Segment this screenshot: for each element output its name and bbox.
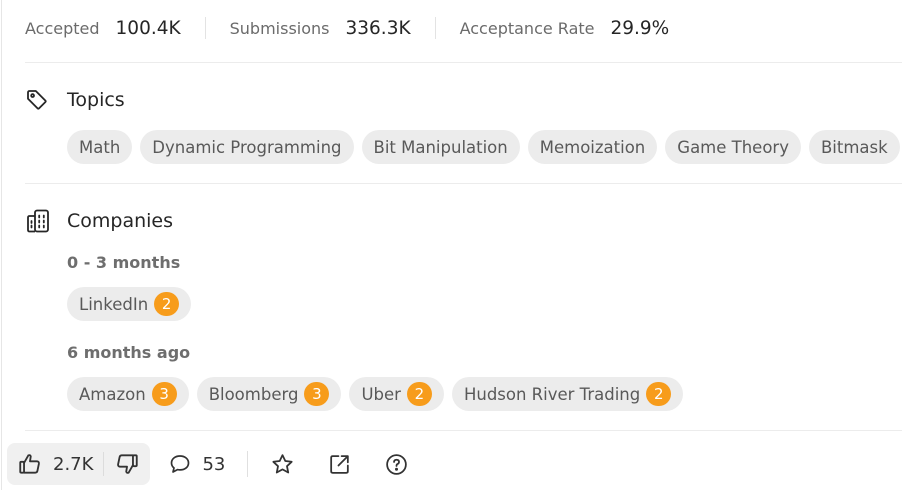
frequency-badge: 3 [151, 382, 177, 406]
action-divider [247, 451, 249, 477]
frequency-badge: 2 [406, 382, 432, 406]
divider [25, 430, 902, 431]
topic-tag[interactable]: Bitmask [808, 130, 900, 164]
thumbs-up-icon [17, 451, 43, 477]
vote-group: 2.7K [7, 443, 151, 485]
dislike-button[interactable] [104, 443, 150, 485]
panel-left-border [1, 0, 2, 490]
stats-row: Accepted 100.4K Submissions 336.3K Accep… [25, 14, 669, 42]
stat-accepted: Accepted 100.4K [25, 18, 181, 39]
comment-icon [168, 452, 192, 476]
stat-label: Submissions [229, 18, 330, 38]
frequency-badge: 2 [646, 382, 672, 406]
topic-tag[interactable]: Memoization [527, 130, 658, 164]
like-count: 2.7K [53, 453, 94, 475]
stat-value: 29.9% [610, 17, 670, 39]
company-tag-bloomberg[interactable]: Bloomberg 3 [196, 377, 342, 411]
comment-count: 53 [202, 453, 226, 475]
action-bar: 2.7K 53 [7, 443, 419, 485]
divider [25, 183, 902, 184]
question-circle-icon [384, 452, 409, 477]
thumbs-down-icon [114, 451, 140, 477]
company-tags-recent: LinkedIn 2 [67, 287, 192, 321]
company-name: LinkedIn [79, 294, 149, 314]
company-tag-linkedin[interactable]: LinkedIn 2 [67, 287, 192, 321]
period-label: 0 - 3 months [67, 253, 181, 272]
period-label: 6 months ago [67, 343, 191, 362]
company-name: Amazon [79, 384, 146, 404]
tag-icon [25, 86, 53, 114]
company-name: Bloomberg [208, 384, 299, 404]
external-link-icon [327, 452, 352, 477]
company-name: Uber [361, 384, 401, 404]
help-button[interactable] [374, 443, 419, 485]
stat-divider [204, 17, 206, 39]
stat-value: 100.4K [115, 17, 181, 39]
favorite-button[interactable] [260, 443, 305, 485]
topic-tag[interactable]: Game Theory [665, 130, 801, 164]
topic-tag[interactable]: Dynamic Programming [140, 130, 354, 164]
comments-button[interactable]: 53 [158, 443, 235, 485]
topics-title: Topics [67, 89, 125, 111]
divider [25, 62, 902, 63]
companies-header[interactable]: Companies [25, 207, 173, 235]
company-tag-uber[interactable]: Uber 2 [349, 377, 444, 411]
topic-tags: Math Dynamic Programming Bit Manipulatio… [67, 130, 900, 164]
stat-submissions: Submissions 336.3K [230, 18, 411, 39]
stat-acceptance-rate: Acceptance Rate 29.9% [460, 18, 670, 39]
star-icon [270, 452, 295, 477]
stat-label: Accepted [25, 18, 100, 38]
company-tags-older: Amazon 3 Bloomberg 3 Uber 2 Hudson River… [67, 377, 684, 411]
company-tag-amazon[interactable]: Amazon 3 [67, 377, 189, 411]
company-name: Hudson River Trading [463, 384, 641, 404]
company-tag-hudson-river-trading[interactable]: Hudson River Trading 2 [451, 377, 684, 411]
like-button[interactable]: 2.7K [7, 443, 103, 485]
topics-header[interactable]: Topics [25, 86, 125, 114]
stat-divider [434, 17, 436, 39]
topic-tag[interactable]: Bit Manipulation [361, 130, 520, 164]
building-icon [25, 207, 53, 235]
frequency-badge: 2 [154, 292, 180, 316]
frequency-badge: 3 [304, 382, 330, 406]
stat-value: 336.3K [345, 17, 411, 39]
stat-label: Acceptance Rate [459, 18, 595, 38]
topic-tag[interactable]: Math [67, 130, 133, 164]
companies-title: Companies [67, 210, 174, 232]
share-button[interactable] [317, 443, 362, 485]
